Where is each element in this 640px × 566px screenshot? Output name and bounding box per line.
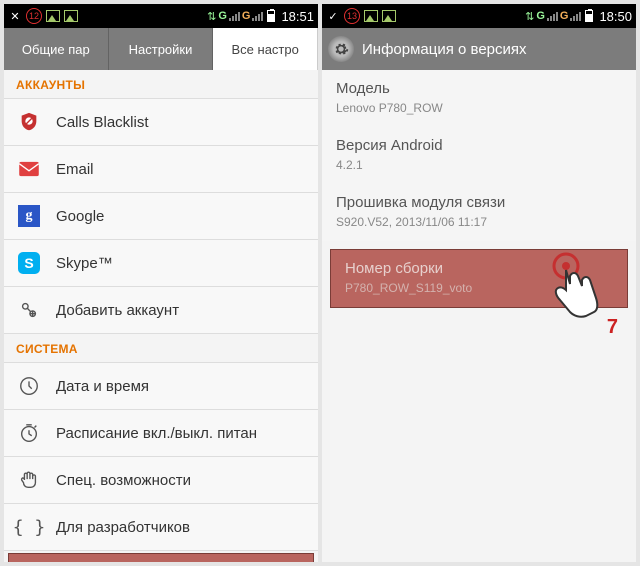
expand-icon: ✕ [8, 9, 22, 23]
list-item-calls-blacklist[interactable]: Calls Blacklist [4, 99, 318, 146]
version-info-list: Модель Lenovo P780_ROW Версия Android 4.… [322, 70, 636, 562]
tab-settings[interactable]: Настройки [109, 28, 214, 70]
timer-icon [16, 420, 42, 446]
check-icon: ✓ [326, 9, 340, 23]
list-item-label: Skype™ [56, 255, 113, 272]
wifi-icon: ⇅ [525, 10, 534, 23]
phone-left-settings: ✕ 12 ⇅ G G 18:51 Общие пар Настройки Все… [4, 4, 318, 562]
info-row-android-version[interactable]: Версия Android 4.2.1 [322, 127, 636, 184]
google-icon: g [16, 203, 42, 229]
info-label: Номер сборки [345, 260, 613, 277]
info-row-baseband[interactable]: Прошивка модуля связи S920.V52, 2013/11/… [322, 184, 636, 241]
network-g-icon: G [536, 10, 545, 22]
info-label: Модель [336, 80, 622, 97]
signal-icon [252, 11, 263, 21]
shield-icon [16, 109, 42, 135]
list-item-label: Для разработчиков [56, 519, 190, 536]
info-label: Прошивка модуля связи [336, 194, 622, 211]
notification-count: 13 [344, 8, 360, 24]
section-header-accounts: АККАУНТЫ [4, 70, 318, 99]
skype-icon: S [16, 250, 42, 276]
list-item-date-time[interactable]: Дата и время [4, 363, 318, 410]
status-bar: ✕ 12 ⇅ G G 18:51 [4, 4, 318, 28]
status-time: 18:51 [281, 9, 314, 24]
picture-icon [64, 10, 78, 22]
list-item-schedule-power[interactable]: Расписание вкл./выкл. питан [4, 410, 318, 457]
section-header-system: СИСТЕМА [4, 334, 318, 363]
status-time: 18:50 [599, 9, 632, 24]
list-item-label: Расписание вкл./выкл. питан [56, 425, 257, 442]
info-value: Lenovo P780_ROW [336, 101, 622, 115]
hand-icon [16, 467, 42, 493]
network-g-icon: G [242, 10, 251, 22]
list-item-accessibility[interactable]: Спец. возможности [4, 457, 318, 504]
list-item-label: Добавить аккаунт [56, 302, 179, 319]
list-item-label: Google [56, 208, 104, 225]
list-item-label: Дата и время [56, 378, 149, 395]
list-item-add-account[interactable]: Добавить аккаунт [4, 287, 318, 334]
info-row-model[interactable]: Модель Lenovo P780_ROW [322, 70, 636, 127]
network-g-icon: G [218, 10, 227, 22]
battery-icon [585, 10, 593, 22]
braces-icon: { } [16, 514, 42, 540]
info-value: S920.V52, 2013/11/06 11:17 [336, 215, 622, 229]
info-value: P780_ROW_S119_voto [345, 281, 613, 295]
picture-icon [46, 10, 60, 22]
list-item-developer-options[interactable]: { } Для разработчиков [4, 504, 318, 551]
list-item-label: Calls Blacklist [56, 114, 149, 131]
gear-icon[interactable] [328, 36, 354, 62]
list-item-label: Email [56, 161, 94, 178]
tab-general[interactable]: Общие пар [4, 28, 109, 70]
info-label: Версия Android [336, 137, 622, 154]
signal-icon [547, 11, 558, 21]
title-bar: Информация о версиях [322, 28, 636, 70]
settings-tabs: Общие пар Настройки Все настро [4, 28, 318, 70]
list-item-about-phone[interactable]: О телефоне [8, 553, 314, 562]
wifi-icon: ⇅ [207, 10, 216, 23]
settings-list: АККАУНТЫ Calls Blacklist Email g Google … [4, 70, 318, 562]
signal-icon [229, 11, 240, 21]
notification-count: 12 [26, 8, 42, 24]
list-item-email[interactable]: Email [4, 146, 318, 193]
signal-icon [570, 11, 581, 21]
phone-right-version-info: ✓ 13 ⇅ G G 18:50 Информация о версиях Мо… [322, 4, 636, 562]
mail-icon [16, 156, 42, 182]
info-value: 4.2.1 [336, 158, 622, 172]
picture-icon [364, 10, 378, 22]
battery-icon [267, 10, 275, 22]
tab-all-settings[interactable]: Все настро [213, 28, 318, 70]
network-g-icon: G [560, 10, 569, 22]
list-item-google[interactable]: g Google [4, 193, 318, 240]
status-bar: ✓ 13 ⇅ G G 18:50 [322, 4, 636, 28]
page-title: Информация о версиях [362, 41, 527, 58]
info-row-build-number[interactable]: Номер сборки P780_ROW_S119_voto [330, 249, 628, 308]
clock-icon [16, 373, 42, 399]
picture-icon [382, 10, 396, 22]
list-item-label: Спец. возможности [56, 472, 191, 489]
list-item-skype[interactable]: S Skype™ [4, 240, 318, 287]
plus-icon [16, 297, 42, 323]
